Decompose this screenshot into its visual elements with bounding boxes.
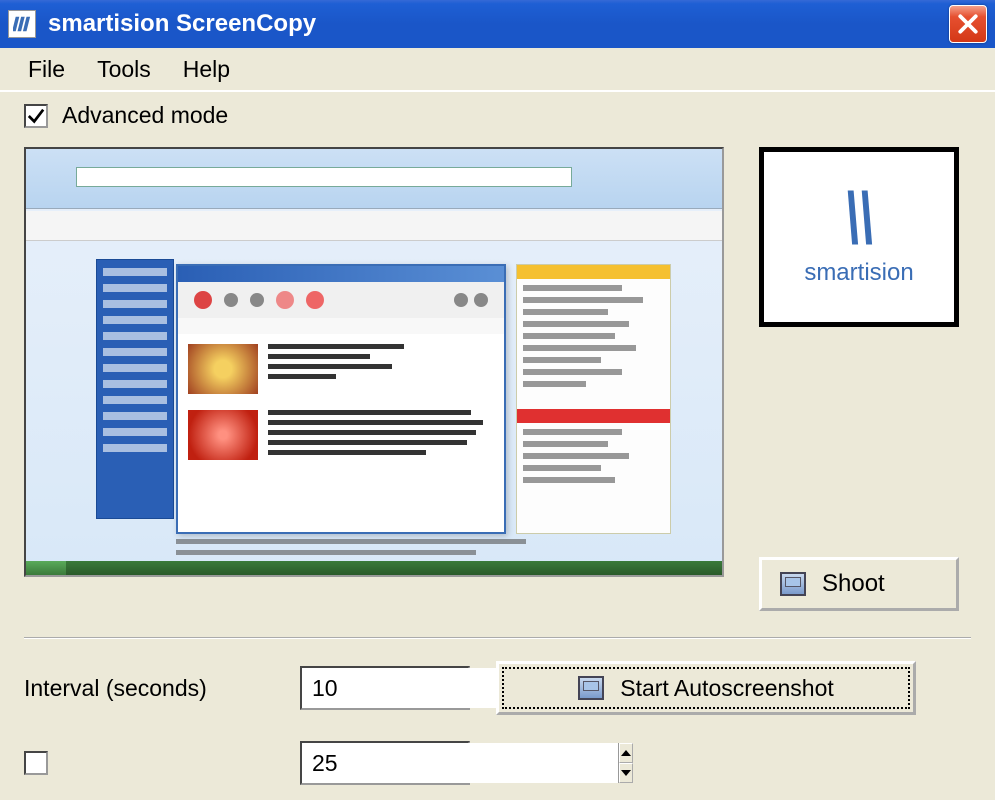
logo-text: smartision — [804, 259, 913, 287]
preview-content — [26, 149, 722, 575]
menu-tools[interactable]: Tools — [81, 52, 167, 87]
main-row: \\ smartision Shoot — [24, 147, 971, 611]
limit-row — [24, 741, 971, 785]
autoscreenshot-button-label: Start Autoscreenshot — [620, 675, 834, 702]
monitor-icon — [780, 572, 806, 596]
right-column: \\ smartision Shoot — [754, 147, 964, 611]
titlebar: smartision ScreenCopy — [0, 0, 995, 48]
interval-row: Interval (seconds) Start Autoscreenshot — [24, 661, 971, 715]
client-area: Advanced mode — [0, 90, 995, 800]
close-button[interactable] — [949, 5, 987, 43]
limit-checkbox[interactable] — [24, 751, 48, 775]
limit-input[interactable] — [302, 743, 618, 783]
screenshot-preview — [24, 147, 724, 577]
menubar: File Tools Help — [0, 48, 995, 90]
logo-mark-icon: \\ — [845, 187, 873, 252]
monitor-icon — [578, 676, 604, 700]
limit-up-button[interactable] — [619, 743, 633, 763]
limit-down-button[interactable] — [619, 763, 633, 783]
interval-spinner — [300, 666, 470, 710]
start-autoscreenshot-button[interactable]: Start Autoscreenshot — [496, 661, 916, 715]
advanced-mode-label: Advanced mode — [62, 102, 228, 129]
app-icon — [8, 10, 36, 38]
advanced-mode-row: Advanced mode — [24, 102, 971, 129]
limit-spinner — [300, 741, 470, 785]
shoot-button-label: Shoot — [822, 570, 885, 598]
separator — [24, 637, 971, 639]
brand-logo: \\ smartision — [759, 147, 959, 327]
interval-label: Interval (seconds) — [24, 675, 274, 702]
menu-help[interactable]: Help — [167, 52, 246, 87]
window-title: smartision ScreenCopy — [48, 10, 949, 38]
app-window: smartision ScreenCopy File Tools Help Ad… — [0, 0, 995, 800]
menu-file[interactable]: File — [12, 52, 81, 87]
shoot-button[interactable]: Shoot — [759, 557, 959, 611]
advanced-mode-checkbox[interactable] — [24, 104, 48, 128]
